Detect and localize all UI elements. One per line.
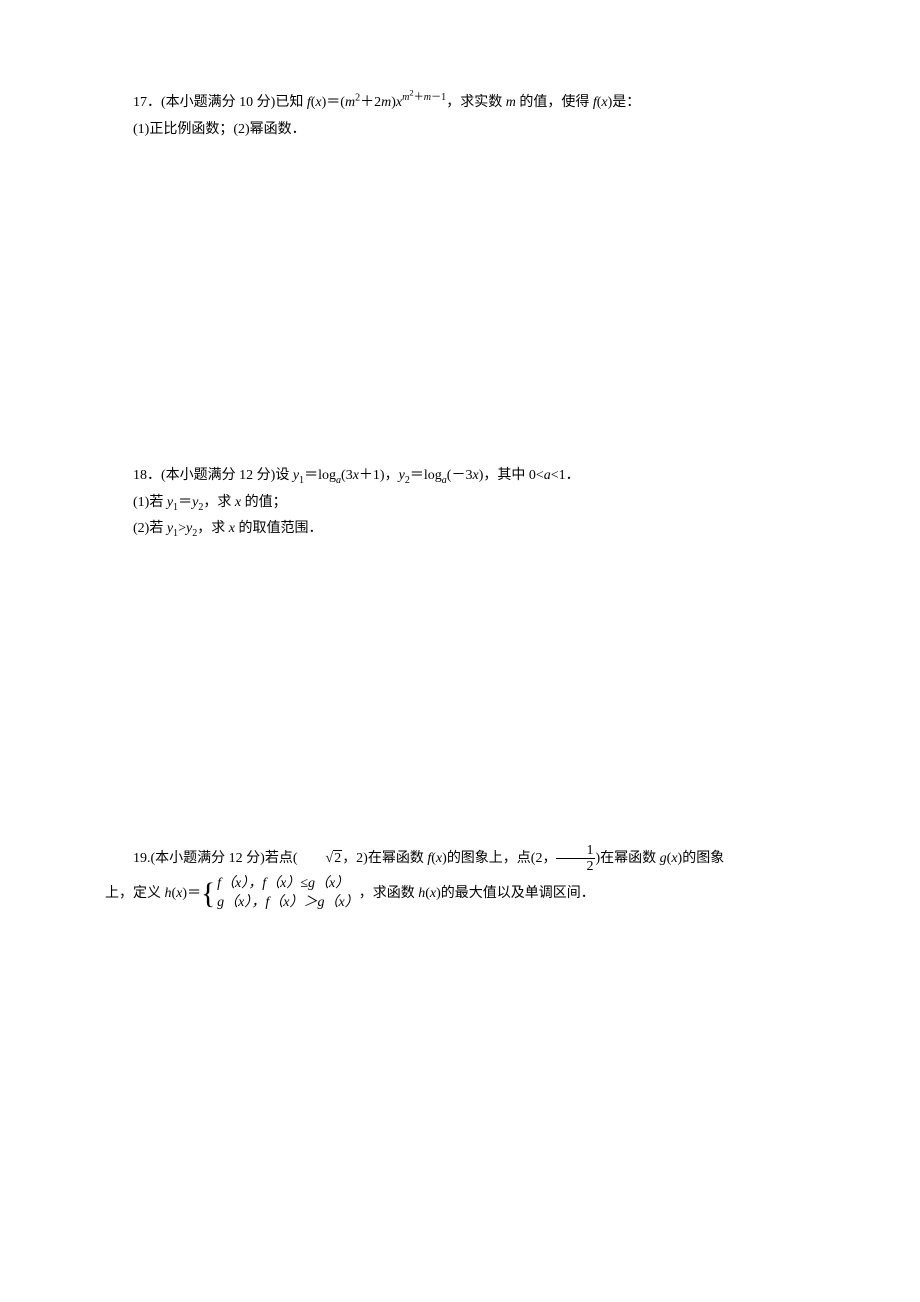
exponent: m2＋m－1 xyxy=(402,92,446,103)
arg2b: )，其中 0< xyxy=(479,468,544,483)
a-cond: a xyxy=(544,468,551,483)
arg2a: (－3 xyxy=(447,468,473,483)
problem-19-line1: 19.(本小题满分 12 分)若点(√2，2)在幂函数 f(x)的图象上，点(2… xyxy=(105,843,815,875)
arg1b: ＋1)， xyxy=(359,468,399,483)
q17-label: 17． xyxy=(133,95,161,110)
problem-18-line3: (2)若 y1>y2，求 x 的取值范围． xyxy=(105,516,815,543)
s2a: (2)若 xyxy=(133,521,167,536)
problem-18-line2: (1)若 y1＝y2，求 x 的值； xyxy=(105,490,815,517)
exp-minus1: －1 xyxy=(431,92,446,103)
var-m-tail: m xyxy=(506,95,516,110)
problem-17: 17．(本小题满分 10 分)已知 f(x)＝(m2＋2m)xm2＋m－1，求实… xyxy=(105,90,815,143)
var-m2: m xyxy=(381,95,391,110)
q19-tail: 的最大值以及单调区间． xyxy=(441,886,595,901)
piecewise: { f（x），f（x）≤g（x） g（x），f（x）＞g（x） xyxy=(201,875,359,913)
hx-eq: ＝ xyxy=(187,886,201,901)
mid2: )在幂函数 xyxy=(595,851,659,866)
q17-tail2: 的值，使得 xyxy=(516,95,593,110)
plus-2m-a: ＋2 xyxy=(360,95,381,110)
problem-18: 18．(本小题满分 12 分)设 y1＝loga(3x＋1)，y2＝loga(－… xyxy=(105,463,815,543)
case-1: f（x），f（x）≤g（x） xyxy=(217,875,359,894)
q18-tail: <1． xyxy=(551,468,580,483)
gt: > xyxy=(178,521,186,536)
s1b: ＝ xyxy=(178,495,192,510)
eqlog1: ＝log xyxy=(304,468,336,483)
problem-18-line1: 18．(本小题满分 12 分)设 y1＝loga(3x＋1)，y2＝loga(－… xyxy=(105,463,815,490)
q18-label: 18． xyxy=(133,468,161,483)
cases: f（x），f（x）≤g（x） g（x），f（x）＞g（x） xyxy=(217,875,359,913)
problem-19-line2: 上，定义 h(x)＝ { f（x），f（x）≤g（x） g（x），f（x）＞g（… xyxy=(105,875,815,913)
q17-prefix: (本小题满分 10 分)已知 xyxy=(161,95,307,110)
comma2: ，2)在幂函数 xyxy=(342,851,427,866)
q17-tail3: 是： xyxy=(612,95,640,110)
case-2: g（x），f（x）＞g（x） xyxy=(217,894,359,913)
l2a: 上，定义 xyxy=(105,886,161,901)
after: ，求函数 xyxy=(359,886,419,901)
var-m: m xyxy=(345,95,355,110)
h-fn: h xyxy=(165,886,172,901)
q18-prefix: (本小题满分 12 分)设 xyxy=(161,468,293,483)
problem-17-line1: 17．(本小题满分 10 分)已知 f(x)＝(m2＋2m)xm2＋m－1，求实… xyxy=(105,90,815,117)
frac-den: 2 xyxy=(556,859,595,874)
s2d: 的取值范围． xyxy=(235,521,323,536)
radicand-2: 2 xyxy=(333,850,342,866)
mid: 的图象上，点(2， xyxy=(447,851,557,866)
mid3: 的图象 xyxy=(682,851,724,866)
q19-label: 19. xyxy=(133,851,151,866)
left-brace-icon: { xyxy=(201,882,215,907)
eq-open: ＝( xyxy=(326,95,345,110)
eqlog2: ＝log xyxy=(410,468,442,483)
problem-19: 19.(本小题满分 12 分)若点(√2，2)在幂函数 f(x)的图象上，点(2… xyxy=(105,843,815,913)
problem-17-line2: (1)正比例函数；(2)幂函数． xyxy=(105,117,815,144)
s2c: ，求 xyxy=(197,521,229,536)
arg1a: (3 xyxy=(341,468,353,483)
q17-sub: (1)正比例函数；(2)幂函数． xyxy=(133,122,306,137)
sqrt-icon: √2 xyxy=(298,843,343,875)
s1c: ，求 xyxy=(203,495,235,510)
s1d: 的值； xyxy=(241,495,287,510)
exam-page: 17．(本小题满分 10 分)已知 f(x)＝(m2＋2m)xm2＋m－1，求实… xyxy=(0,0,920,1302)
s1a: (1)若 xyxy=(133,495,167,510)
frac-num: 1 xyxy=(556,843,595,859)
exp-m2: m xyxy=(424,92,431,103)
fraction-half: 1 2 xyxy=(556,843,595,875)
q17-tail: ，求实数 xyxy=(446,95,506,110)
q19-prefix: (本小题满分 12 分)若点( xyxy=(151,851,298,866)
g-fn: g xyxy=(660,851,667,866)
exp-plus: ＋ xyxy=(414,92,424,103)
